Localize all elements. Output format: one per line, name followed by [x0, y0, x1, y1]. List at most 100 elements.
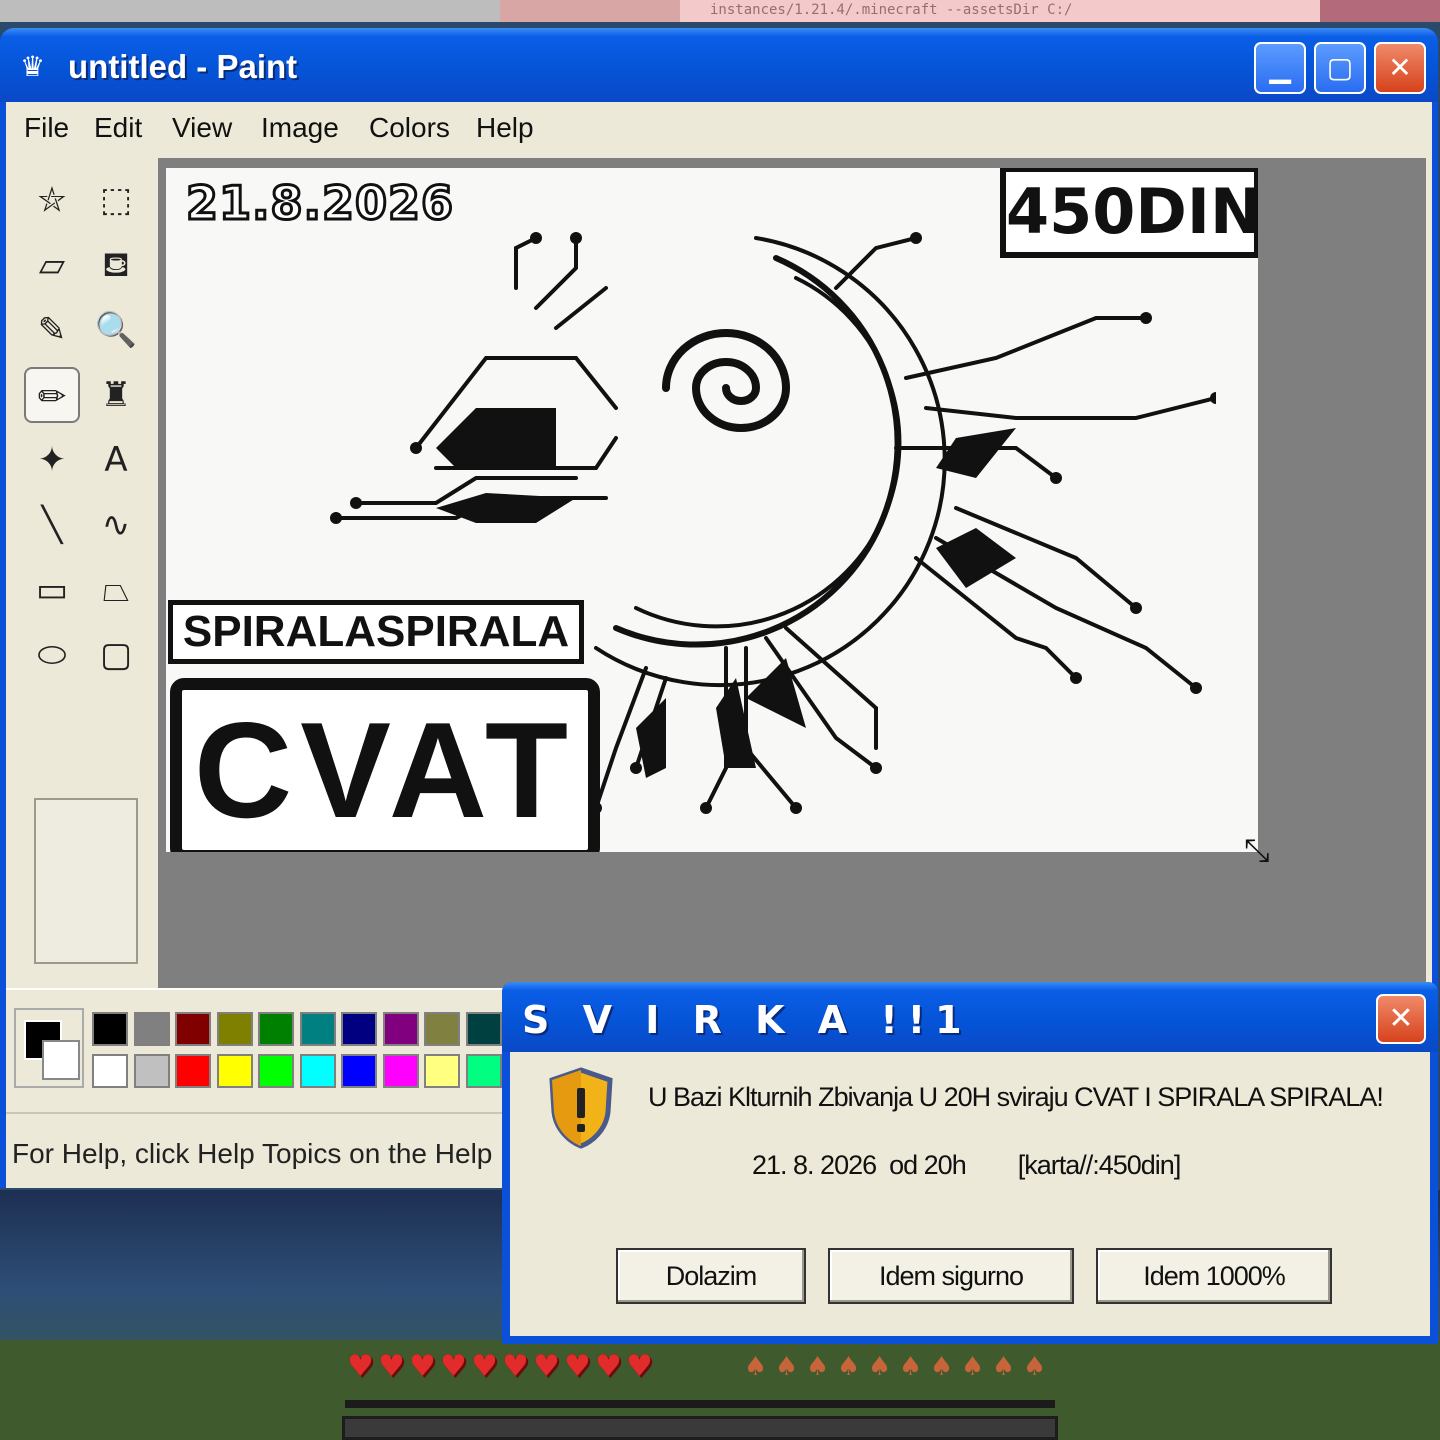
dialog-close-button[interactable]: ✕	[1376, 994, 1426, 1044]
brush-icon[interactable]: ♜	[88, 367, 144, 423]
heart-icon: ♥	[595, 1349, 622, 1384]
drawing-canvas[interactable]: 21.8.2026 450DIN SPIRALASPIRALA CVAT	[166, 168, 1258, 852]
terminal-window-strip: instances/1.21.4/.minecraft --assetsDir …	[0, 0, 1440, 22]
canvas-resize-icon[interactable]: ⤡	[1244, 832, 1280, 868]
warning-shield-icon	[549, 1067, 613, 1149]
eraser-icon[interactable]: ▱	[24, 237, 80, 293]
paint-window-title: untitled - Paint	[68, 48, 298, 85]
health-bar: ♥ ♥ ♥ ♥ ♥ ♥ ♥ ♥ ♥ ♥	[345, 1352, 655, 1382]
menu-file[interactable]: File	[24, 112, 69, 144]
palette-swatch[interactable]	[424, 1054, 460, 1088]
menu-edit[interactable]: Edit	[94, 112, 142, 144]
palette-swatch[interactable]	[382, 1054, 419, 1088]
menu-help[interactable]: Help	[476, 112, 534, 144]
rectangle-icon[interactable]: ▭	[24, 562, 80, 618]
drumstick-icon: ♠	[991, 1352, 1016, 1382]
canvas-band2-text: SPIRALASPIRALA	[182, 607, 570, 656]
palette-swatch[interactable]	[299, 1012, 336, 1046]
terminal-left-panel	[0, 0, 500, 22]
canvas-band1-text: CVAT	[193, 694, 577, 846]
ellipse-icon[interactable]: ⬭	[24, 627, 80, 683]
terminal-right-panel	[1320, 0, 1440, 22]
terminal-mid-panel	[500, 0, 680, 22]
close-button[interactable]: ✕	[1374, 42, 1426, 94]
current-colors[interactable]	[14, 1008, 84, 1088]
palette-swatch[interactable]	[258, 1012, 294, 1046]
palette-swatch[interactable]	[133, 1012, 170, 1046]
palette-swatch[interactable]	[465, 1012, 502, 1046]
airbrush-icon[interactable]: ✦	[24, 432, 80, 488]
palette-swatch[interactable]	[299, 1054, 336, 1088]
idem-sigurno-button[interactable]: Idem sigurno	[828, 1248, 1074, 1304]
tool-box: ⛦ ⬚ ▱ ⛾ ✎ 🔍 ✏ ♜ ✦ A ╲ ∿ ▭ ⏢ ⬭ ▢	[12, 158, 160, 988]
status-text: For Help, click Help Topics on the Help …	[12, 1138, 524, 1169]
close-icon: ✕	[1388, 1001, 1414, 1036]
heart-icon: ♥	[533, 1349, 560, 1384]
palette-swatch[interactable]	[424, 1012, 460, 1046]
line-icon[interactable]: ╲	[24, 497, 80, 553]
drumstick-icon: ♠	[960, 1352, 985, 1382]
palette-swatch[interactable]	[92, 1054, 128, 1088]
eyedropper-icon[interactable]: ✎	[24, 302, 80, 358]
canvas-price-box: 450DIN	[1000, 168, 1258, 258]
tool-options-panel[interactable]	[34, 798, 138, 964]
hotbar[interactable]	[342, 1416, 1058, 1440]
canvas-band1-box: CVAT	[170, 678, 600, 852]
drumstick-icon: ♠	[1022, 1352, 1047, 1382]
svirka-dialog: S V I R K A !!1 ✕ U Bazi Klturnih Zbivan…	[502, 982, 1438, 1344]
rounded-rect-icon[interactable]: ▢	[88, 627, 144, 683]
palette-swatch[interactable]	[465, 1054, 502, 1088]
free-form-select-icon[interactable]: ⛦	[24, 172, 80, 228]
palette-swatch[interactable]	[133, 1054, 170, 1088]
menu-colors[interactable]: Colors	[369, 112, 450, 144]
heart-icon: ♥	[502, 1349, 529, 1384]
heart-icon: ♥	[440, 1349, 467, 1384]
text-icon[interactable]: A	[88, 432, 144, 488]
close-icon: ✕	[1388, 51, 1412, 84]
magnifier-icon[interactable]: 🔍	[88, 302, 144, 358]
canvas-price-text: 450DIN	[1006, 175, 1258, 248]
palette-swatch[interactable]	[382, 1012, 419, 1046]
paint-app-icon: ♛	[20, 50, 46, 83]
dialog-body: U Bazi Klturnih Zbivanja U 20H sviraju C…	[510, 1052, 1430, 1336]
terminal-text: instances/1.21.4/.minecraft --assetsDir …	[710, 2, 1073, 18]
drumstick-icon: ♠	[805, 1352, 830, 1382]
heart-icon: ♥	[409, 1349, 436, 1384]
palette-swatch[interactable]	[341, 1012, 377, 1046]
palette-swatch[interactable]	[341, 1054, 377, 1088]
idem-1000-button[interactable]: Idem 1000%	[1096, 1248, 1332, 1304]
palette-swatch[interactable]	[216, 1012, 253, 1046]
experience-bar	[345, 1400, 1055, 1408]
drumstick-icon: ♠	[743, 1352, 768, 1382]
heart-icon: ♥	[471, 1349, 498, 1384]
curve-icon[interactable]: ∿	[88, 497, 144, 553]
rect-select-icon[interactable]: ⬚	[88, 172, 144, 228]
palette-swatch[interactable]	[175, 1012, 211, 1046]
polygon-icon[interactable]: ⏢	[88, 562, 144, 618]
menu-bar: File Edit View Image Colors Help	[6, 102, 1432, 154]
menu-view[interactable]: View	[172, 112, 232, 144]
hunger-bar: ♠ ♠ ♠ ♠ ♠ ♠ ♠ ♠ ♠ ♠	[740, 1352, 1050, 1382]
maximize-button[interactable]: ▢	[1314, 42, 1366, 94]
pencil-icon[interactable]: ✏	[24, 367, 80, 423]
background-color[interactable]	[42, 1040, 80, 1080]
canvas-band2-box: SPIRALASPIRALA	[168, 600, 584, 664]
palette-swatch[interactable]	[175, 1054, 211, 1088]
minimize-icon: ▁	[1269, 51, 1291, 84]
dialog-message: U Bazi Klturnih Zbivanja U 20H sviraju C…	[648, 1082, 1384, 1112]
palette-swatch[interactable]	[92, 1012, 128, 1046]
dolazim-button[interactable]: Dolazim	[616, 1248, 806, 1304]
menu-image[interactable]: Image	[261, 112, 339, 144]
dialog-titlebar[interactable]: S V I R K A !!1 ✕	[502, 982, 1438, 1052]
paint-titlebar[interactable]: ♛ untitled - Paint ▁ ▢ ✕	[0, 28, 1438, 102]
palette-swatch[interactable]	[216, 1054, 253, 1088]
drumstick-icon: ♠	[929, 1352, 954, 1382]
palette-swatch[interactable]	[258, 1054, 294, 1088]
maximize-icon: ▢	[1326, 51, 1354, 84]
minimize-button[interactable]: ▁	[1254, 42, 1306, 94]
drumstick-icon: ♠	[836, 1352, 861, 1382]
canvas-date-text: 21.8.2026	[185, 175, 455, 232]
heart-icon: ♥	[564, 1349, 591, 1384]
drumstick-icon: ♠	[898, 1352, 923, 1382]
fill-bucket-icon[interactable]: ⛾	[88, 237, 144, 293]
